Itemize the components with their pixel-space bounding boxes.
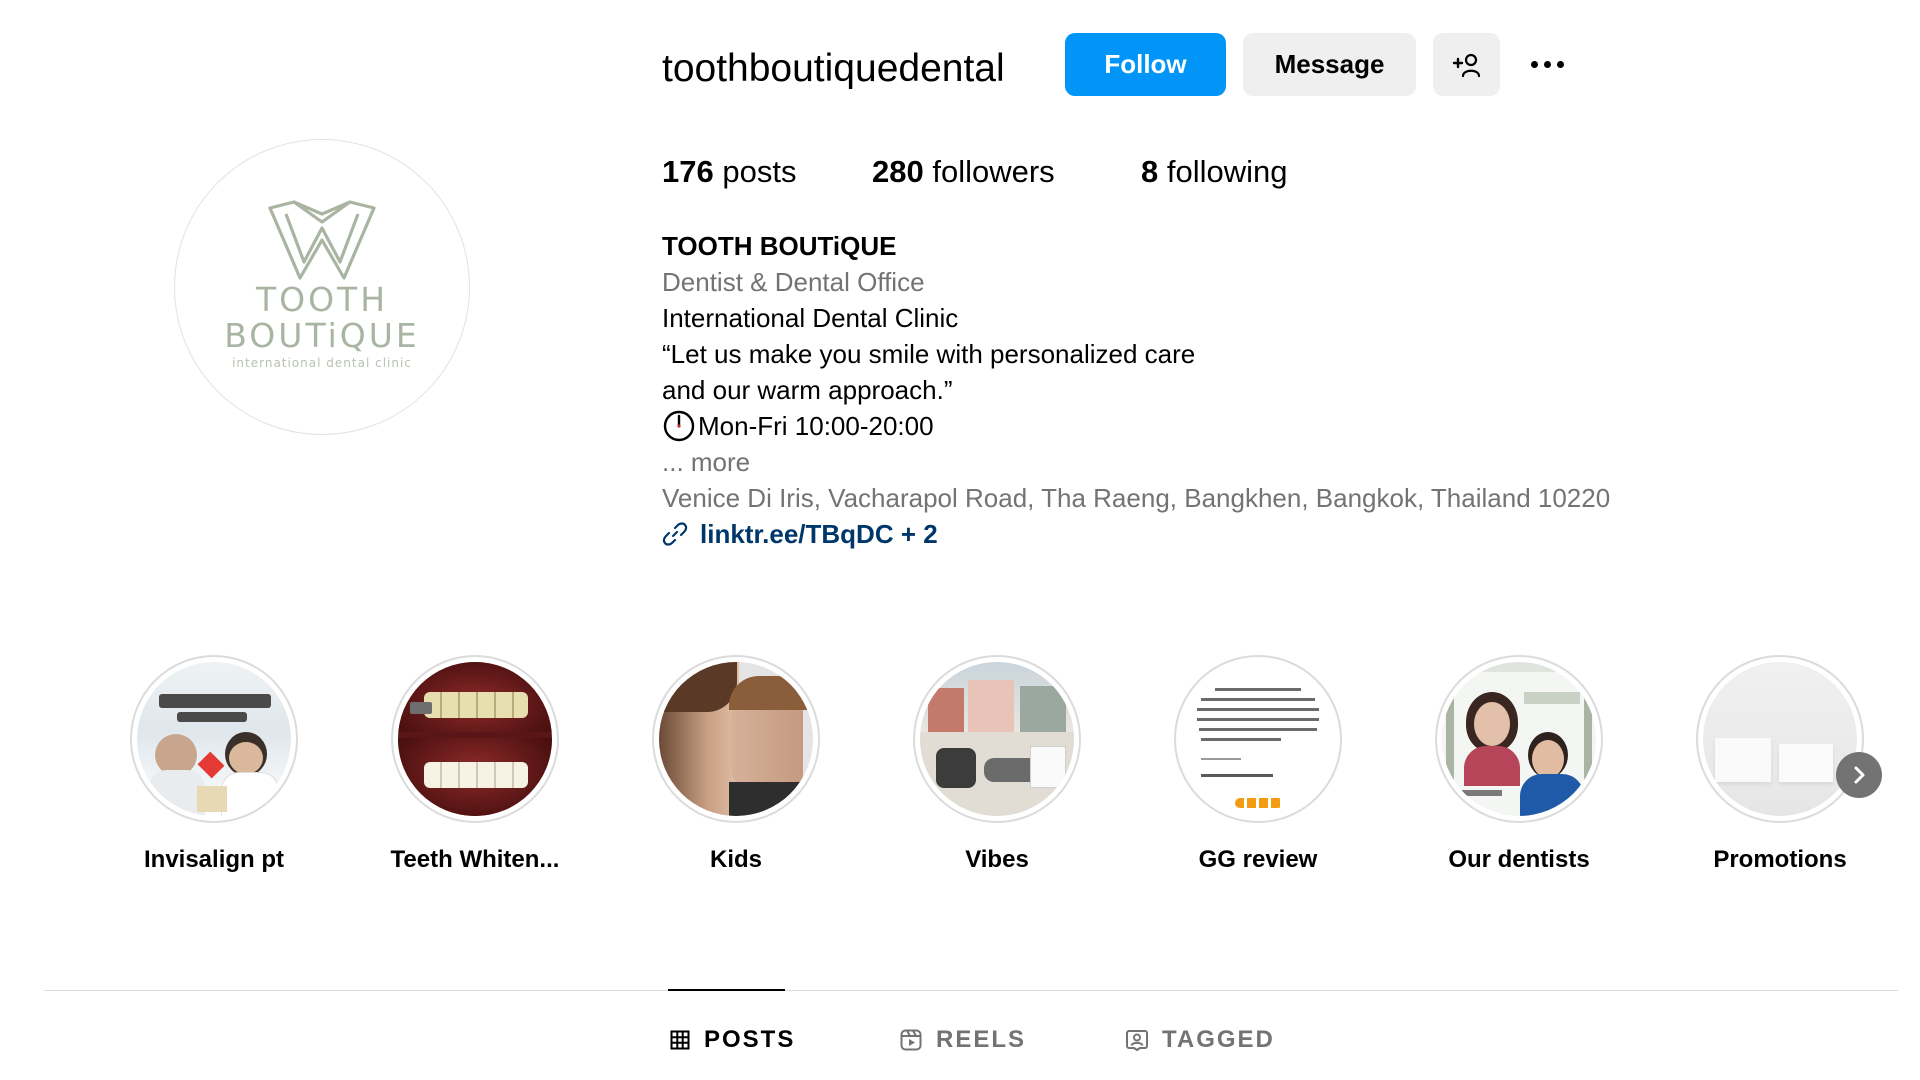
highlight-invisalign[interactable]: Invisalign pt (84, 655, 344, 875)
highlight-ring (1696, 655, 1864, 823)
highlight-label: Our dentists (1448, 846, 1590, 873)
clock-icon (663, 410, 695, 442)
highlight-cover-image (659, 662, 813, 816)
avatar-brand-line1: TOOTH (255, 280, 389, 319)
highlights-next-button[interactable] (1836, 752, 1882, 798)
followers-label: followers (932, 154, 1055, 189)
avatar-brand-line2: BOUTiQUE (224, 316, 420, 355)
following-stat[interactable]: 8 following (1141, 152, 1288, 192)
more-options-button[interactable] (1518, 33, 1576, 96)
bio-line: “Let us make you smile with personalized… (662, 339, 1196, 369)
highlight-our-dentists[interactable]: Our dentists (1389, 655, 1649, 875)
profile-external-link[interactable]: linktr.ee/TBqDC + 2 (662, 516, 1610, 552)
following-label: following (1166, 154, 1288, 189)
highlight-cover-image (1181, 662, 1335, 816)
posts-stat: 176 posts (662, 152, 796, 192)
profile-bio: TOOTH BOUTiQUE Dentist & Dental Office I… (662, 228, 1610, 552)
bio-line: and our warm approach.” (662, 375, 953, 405)
tab-posts[interactable]: POSTS (670, 1026, 795, 1054)
highlight-label: Teeth Whiten... (390, 846, 560, 873)
active-tab-indicator (668, 989, 785, 991)
highlight-cover-image (1703, 662, 1857, 816)
reels-icon (900, 1029, 922, 1051)
grid-icon (670, 1030, 690, 1050)
profile-username: toothboutiquedental (662, 47, 1005, 90)
highlight-gg-review[interactable]: GG review (1128, 655, 1388, 875)
followers-count: 280 (872, 154, 924, 189)
highlight-vibes[interactable]: Vibes (867, 655, 1127, 875)
tabs-divider (44, 990, 1898, 991)
highlight-cover-image (137, 662, 291, 816)
highlight-ring (391, 655, 559, 823)
follow-button[interactable]: Follow (1065, 33, 1226, 96)
tab-tagged[interactable]: TAGGED (1126, 1026, 1275, 1054)
profile-display-name: TOOTH BOUTiQUE (662, 231, 897, 261)
tooth-logo-icon (268, 200, 376, 280)
tab-tagged-label: TAGGED (1162, 1026, 1275, 1053)
followers-stat[interactable]: 280 followers (872, 152, 1055, 192)
highlight-ring (1435, 655, 1603, 823)
highlight-label: Promotions (1713, 846, 1847, 873)
posts-label: posts (722, 154, 797, 189)
avatar-tagline: international dental clinic (232, 356, 412, 370)
message-button[interactable]: Message (1243, 33, 1416, 96)
highlight-cover-image (398, 662, 552, 816)
person-plus-icon (1452, 53, 1480, 77)
highlight-cover-image (920, 662, 1074, 816)
bio-line: International Dental Clinic (662, 303, 959, 333)
link-icon (662, 522, 688, 546)
highlight-ring (1174, 655, 1342, 823)
tab-reels-label: REELS (936, 1026, 1027, 1053)
highlight-label: Kids (709, 846, 762, 873)
chevron-right-icon (1854, 766, 1865, 784)
tab-posts-label: POSTS (704, 1026, 796, 1053)
highlight-ring (130, 655, 298, 823)
bio-hours-text: Mon-Fri 10:00-20:00 (698, 411, 934, 441)
highlight-label: Invisalign pt (143, 846, 284, 873)
profile-avatar[interactable]: TOOTH BOUTiQUE international dental clin… (174, 139, 470, 435)
highlight-ring (913, 655, 1081, 823)
more-options-icon (1530, 61, 1564, 68)
bio-hours: Mon-Fri 10:00-20:00 (662, 408, 1610, 444)
suggested-accounts-button[interactable] (1433, 33, 1500, 96)
highlight-label: GG review (1198, 846, 1318, 873)
highlight-cover-image (1442, 662, 1596, 816)
posts-count: 176 (662, 154, 714, 189)
highlight-ring (652, 655, 820, 823)
profile-link-text[interactable]: linktr.ee/TBqDC + 2 (700, 516, 938, 552)
tagged-user-icon (1126, 1030, 1148, 1051)
tab-reels[interactable]: REELS (900, 1026, 1026, 1054)
following-count: 8 (1141, 154, 1159, 189)
bio-more-link[interactable]: ... more (662, 444, 1610, 480)
highlight-kids[interactable]: Kids (606, 655, 866, 875)
profile-category: Dentist & Dental Office (662, 267, 925, 297)
highlight-label: Vibes (965, 846, 1029, 873)
profile-address[interactable]: Venice Di Iris, Vacharapol Road, Tha Rae… (662, 480, 1610, 516)
highlight-teeth-whitening[interactable]: Teeth Whiten... (345, 655, 605, 875)
